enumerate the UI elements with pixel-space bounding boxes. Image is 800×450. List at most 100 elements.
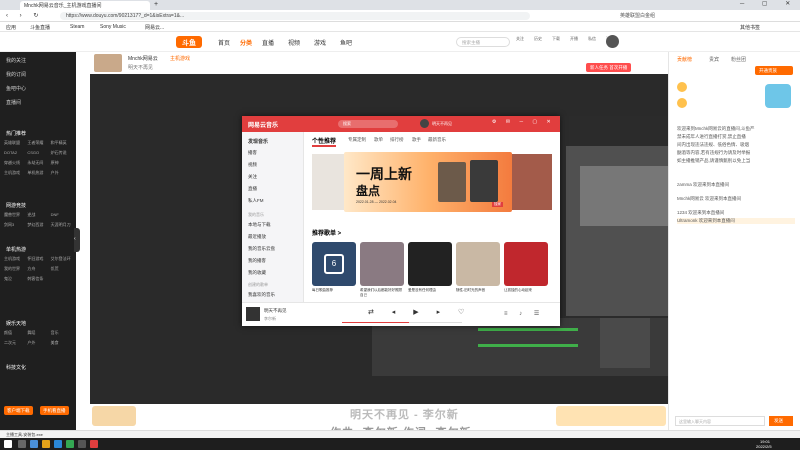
sidebar-item-fishbar[interactable]: 鱼吧中心 [6,85,26,92]
sidebar-item-follow[interactable]: 我的关注 [6,57,26,64]
task-search-icon[interactable] [18,440,26,448]
cat-link[interactable]: 永劫无间 [27,160,50,166]
music-window-controls[interactable]: ⚙ ✉ ─ ▢ ✕ [492,119,555,125]
music-tab-recommend[interactable]: 个性推荐 [312,136,337,147]
new-task-button[interactable]: 新人任务 首次开播 [586,63,632,72]
music-tab-custom[interactable]: 专属定制 [348,137,366,143]
windows-start-icon[interactable] [4,440,12,448]
playlist-cover-1[interactable]: 6 [312,242,356,286]
banner-side-right[interactable] [512,154,552,210]
obs-menu-popup[interactable] [600,318,650,368]
music-nav-local[interactable]: 本地与下载 [248,222,271,228]
playlist-title-3[interactable]: 爱是没有任何理由 [408,288,452,293]
follow-nav-icon[interactable]: 关注 [516,36,524,42]
cat-link[interactable]: 二次元 [4,340,27,346]
cat-link[interactable]: 逆战 [27,212,50,218]
cat-link[interactable]: 我的世界 [4,266,27,272]
cat-link[interactable]: 户外 [51,170,74,176]
nav-category[interactable]: 分类 [240,38,252,47]
cat-link[interactable]: 炉石传说 [51,150,74,156]
nav-game[interactable]: 游戏 [314,38,326,47]
sidebar-item-room[interactable]: 直播间 [6,99,21,106]
cat-link[interactable]: 单机热游 [27,170,50,176]
music-tab-new[interactable]: 最新音乐 [428,137,446,143]
sidebar-item-subscribe[interactable]: 我的订阅 [6,71,26,78]
right-search-box[interactable]: 英雄联盟白金组 [620,12,655,19]
window-controls[interactable]: ─ ▢ ✕ [740,0,798,7]
rank-tab-contribution[interactable]: 贡献榜 [677,56,692,63]
music-tab-charts[interactable]: 排行榜 [390,137,404,143]
bookmark-other[interactable]: 其他书签 [740,24,760,31]
url-input[interactable]: https://www.douyu.com/9021317?_d=1&isExt… [60,12,530,20]
music-user-avatar[interactable] [420,119,429,128]
mobile-watch-button[interactable]: 手机看直播 [40,406,69,415]
playlist-cover-2[interactable] [360,242,404,286]
sidebar-collapse-handle[interactable]: ‹ [74,228,80,252]
task-app-icon[interactable] [54,440,62,448]
broadcast-icon[interactable]: 开播 [570,36,578,42]
cat-link[interactable]: 天涯明月刀 [51,222,74,228]
music-banner[interactable]: 一周上新 盘点 2022.01.28 — 2022.02.04 独家 [344,152,512,212]
task-folder-icon[interactable] [42,440,50,448]
task-netease-icon[interactable] [90,440,98,448]
music-nav-live[interactable]: 直播 [248,186,257,192]
streamer-avatar[interactable] [94,54,122,72]
playlist-title-4[interactable]: 随性-旧时光的声音 [456,288,500,293]
playlist-title-1[interactable]: 每日歌曲推荐 [312,288,356,293]
music-tab-artists[interactable]: 歌手 [412,137,421,143]
cat-link[interactable]: DOTA2 [4,150,27,156]
chat-send-button[interactable]: 发送 [769,416,793,426]
cat-link[interactable]: 舞蹈 [27,330,50,336]
client-download-button[interactable]: 客户端下载 [4,406,33,415]
nav-home[interactable]: 首页 [218,38,230,47]
cat-link[interactable]: 饥荒 [51,266,74,272]
cat-link[interactable]: 鬼泣 [4,276,27,282]
music-nav-video[interactable]: 视频 [248,162,257,168]
cat-link[interactable]: 英雄联盟 [4,140,27,146]
now-playing-title[interactable]: 明天不再见 [264,308,287,314]
music-nav-fm[interactable]: 私人FM [248,198,264,204]
cat-link[interactable]: 美食 [51,340,74,346]
playlist-title-5[interactable]: 让孤独的心动起来 [504,288,548,293]
cat-link[interactable]: 剑网3 [4,222,27,228]
cat-link[interactable]: 方舟 [27,266,50,272]
cat-link[interactable]: CSGO [27,150,50,156]
gift-banner-left[interactable] [92,406,136,426]
open-noble-button[interactable]: 开通贵族 [755,66,793,75]
cat-link[interactable]: 王者荣耀 [27,140,50,146]
cat-link[interactable]: 梦幻西游 [27,222,50,228]
cat-link[interactable]: 穿越火线 [4,160,27,166]
bookmark-2[interactable]: 斗鱼直播 [30,24,50,31]
music-username[interactable]: 明天不再见 [432,121,452,127]
music-nav-podcast[interactable]: 播客 [248,150,257,156]
music-nav-mypodcast[interactable]: 我的播客 [248,258,266,264]
download-icon[interactable]: 下载 [552,36,560,42]
bookmark-5[interactable]: 网易云... [145,24,164,31]
cat-link[interactable]: 颜值 [4,330,27,336]
task-obs-icon[interactable] [78,440,86,448]
playlist-title-2[interactable]: 希望我们以后都能好好照顾自己 [360,288,404,297]
playlist-cover-3[interactable] [408,242,452,286]
douyu-logo[interactable]: 斗鱼 [176,36,202,48]
bookmark-4[interactable]: Sony Music [100,24,126,30]
cat-link[interactable]: 主机游戏 [4,170,27,176]
music-nav-collect[interactable]: 我的收藏 [248,270,266,276]
cat-link[interactable]: 魔兽世界 [4,212,27,218]
task-explorer-icon[interactable] [30,440,38,448]
music-nav-follow[interactable]: 关注 [248,174,257,180]
playlist-cover-5[interactable] [504,242,548,286]
rank-tab-fans[interactable]: 粉丝团 [731,56,746,63]
browser-tab-active[interactable]: Mnchk网易云音乐_主机游戏直播间 [20,1,150,10]
cat-link[interactable]: 怀旧游戏 [27,256,50,262]
music-nav-discover[interactable]: 发现音乐 [248,138,268,145]
nav-fishbar[interactable]: 鱼吧 [340,38,352,47]
nav-live[interactable]: 直播 [262,38,274,47]
history-icon[interactable]: 历史 [534,36,542,42]
player-right-icons[interactable]: ≡ ♪ ☰ [504,310,544,317]
playlist-cover-4[interactable] [456,242,500,286]
cat-link[interactable]: DNF [51,212,74,218]
progress-track[interactable] [342,322,462,323]
playback-controls[interactable]: ⇄ ◂ ▶ ▸ ♡ [368,308,472,316]
cat-link[interactable]: 主机游戏 [4,256,27,262]
new-tab-icon[interactable]: + [154,1,158,8]
